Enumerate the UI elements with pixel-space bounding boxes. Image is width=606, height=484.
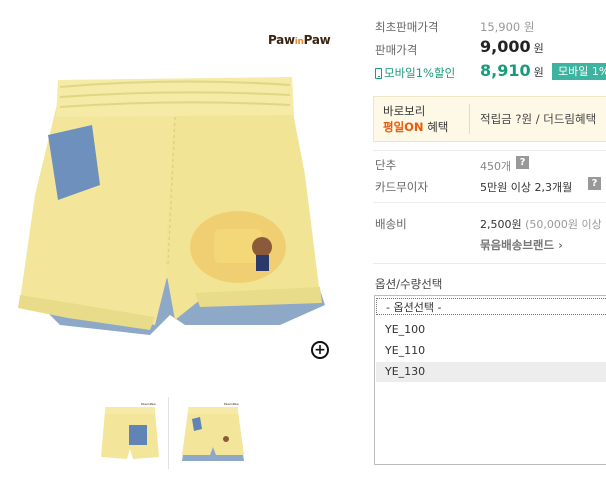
- options-listbox[interactable]: - 옵션선택 - YE_100 YE_110 YE_130: [374, 295, 606, 465]
- thumbnail-2[interactable]: PawinPaw: [178, 397, 248, 469]
- benefit-separator: [469, 104, 470, 134]
- product-main-image: [18, 77, 325, 335]
- button-count-label: 단추: [375, 158, 397, 172]
- shipping-condition: (50,000원 이상: [521, 218, 602, 231]
- shipping-fee: 2,500원: [480, 218, 522, 231]
- option-placeholder[interactable]: - 옵션선택 -: [376, 298, 606, 315]
- thumbnail-1[interactable]: PawinPaw: [95, 397, 165, 469]
- mobile-price-amount: 8,910: [480, 61, 531, 80]
- button-count-value: 450개: [480, 160, 512, 173]
- benefit-title: 바로보리 평일ON 혜택: [383, 103, 448, 135]
- mobile-phone-icon: [375, 67, 382, 79]
- sale-price-amount: 9,000: [480, 37, 531, 56]
- original-price: 15,900 원: [480, 20, 535, 34]
- mobile-price: 8,910 원: [480, 61, 544, 80]
- card-installment-value: 5만원 이상 2,3개월: [480, 181, 573, 194]
- divider: [373, 150, 606, 151]
- thumbnail-divider: [168, 397, 169, 469]
- shipping-value: 2,500원 (50,000원 이상: [480, 216, 602, 232]
- options-label: 옵션/수량선택: [375, 277, 443, 291]
- svg-text:PawinPaw: PawinPaw: [141, 402, 156, 406]
- benefit-highlight: 평일ON: [383, 120, 424, 134]
- option-item-selected[interactable]: YE_130: [376, 362, 606, 382]
- currency-unit: 원: [533, 42, 544, 55]
- mobile-discount-text: 모바일1%할인: [384, 66, 456, 80]
- benefit-title-suffix: 혜택: [423, 120, 449, 134]
- option-item[interactable]: YE_110: [376, 341, 606, 361]
- divider: [373, 202, 606, 203]
- svg-text:PawinPaw: PawinPaw: [224, 402, 239, 406]
- zoom-in-icon[interactable]: +: [311, 341, 329, 359]
- shipping-label: 배송비: [375, 217, 407, 231]
- benefit-title-line1: 바로보리: [383, 104, 426, 118]
- benefit-text[interactable]: 적립금 ?원 / 더드림혜택: [480, 111, 596, 127]
- sale-price-label: 판매가격: [375, 43, 418, 57]
- mobile-discount-badge[interactable]: 모바일 1%: [552, 63, 606, 80]
- option-item[interactable]: YE_100: [376, 320, 606, 340]
- brand-logo: PawinPaw: [268, 33, 331, 47]
- card-installment-label: 카드무이자: [375, 180, 428, 194]
- currency-unit: 원: [533, 66, 544, 79]
- original-price-label: 최초판매가격: [375, 20, 439, 34]
- bundle-shipping-link[interactable]: 묶음배송브랜드 ›: [480, 237, 563, 253]
- sale-price: 9,000 원: [480, 37, 544, 56]
- help-icon[interactable]: ?: [516, 156, 529, 169]
- help-icon[interactable]: ?: [588, 177, 601, 190]
- mobile-discount-label: 모바일1%할인: [375, 65, 455, 81]
- divider: [373, 263, 606, 264]
